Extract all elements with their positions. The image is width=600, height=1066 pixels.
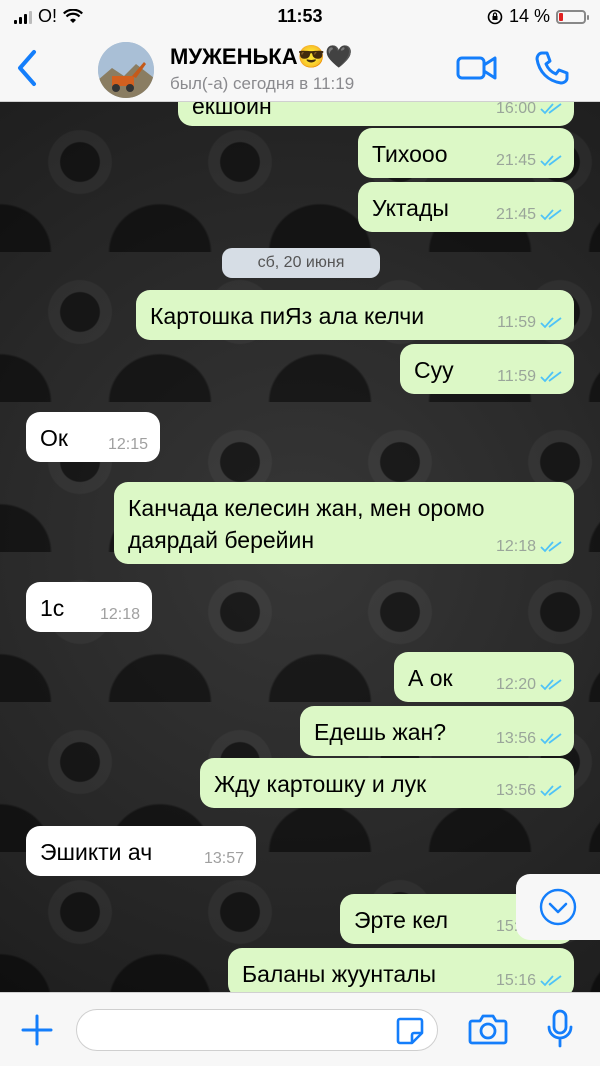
message-bubble[interactable]: Суу 11:59: [400, 344, 574, 394]
message-meta: 15:16: [496, 972, 562, 990]
contact-last-seen: был(-а) сегодня в 11:19: [170, 74, 355, 93]
date-separator: сб, 20 июня: [222, 248, 380, 278]
message-bubble[interactable]: екшоин 16:00: [178, 102, 574, 126]
message-meta: 12:18: [100, 606, 140, 624]
read-ticks-icon: [540, 733, 562, 745]
message-meta: 11:59: [497, 368, 562, 386]
camera-icon[interactable]: [468, 1011, 508, 1047]
message-bubble[interactable]: А ок 12:20: [394, 652, 574, 702]
message-time: 13:57: [203, 850, 244, 867]
contact-name[interactable]: МУЖЕНЬКА😎🖤: [170, 44, 352, 70]
message-time: 21:45: [495, 206, 536, 223]
read-ticks-icon: [540, 209, 562, 221]
message-time: 21:45: [495, 152, 536, 169]
message-time: 11:59: [497, 368, 536, 385]
message-time: 12:15: [107, 436, 148, 453]
read-ticks-icon: [540, 975, 562, 987]
microphone-icon[interactable]: [546, 1009, 574, 1049]
message-bubble[interactable]: Ок 12:15: [26, 412, 160, 462]
message-time: 12:18: [99, 606, 140, 623]
message-bubble[interactable]: Баланы жуунталы 15:16: [228, 948, 574, 992]
message-meta: 21:45: [496, 152, 562, 170]
message-time: 12:18: [495, 538, 536, 555]
message-meta: 13:56: [496, 782, 562, 800]
chat-messages[interactable]: екшоин 16:00 Тихооо 21:45 Уктады 21:45 с…: [0, 102, 600, 992]
orientation-lock-icon: [487, 9, 503, 24]
battery-icon: [556, 9, 589, 24]
contact-avatar[interactable]: [98, 42, 154, 98]
scroll-to-bottom-button[interactable]: [516, 874, 600, 940]
back-chevron-icon[interactable]: [12, 48, 42, 88]
message-time: 11:59: [497, 314, 536, 331]
message-input[interactable]: [76, 1009, 438, 1051]
read-ticks-icon: [540, 541, 562, 553]
message-time: 15:16: [495, 972, 536, 989]
read-ticks-icon: [540, 155, 562, 167]
message-meta: 16:00: [496, 102, 562, 118]
message-time: 12:20: [495, 676, 536, 693]
message-bubble[interactable]: Тихооо 21:45: [358, 128, 574, 178]
battery-percent: 14 %: [508, 6, 550, 26]
message-bubble[interactable]: Картошка пиЯз ала келчи 11:59: [136, 290, 574, 340]
message-meta: 11:59: [497, 314, 562, 332]
phone-call-icon[interactable]: [534, 50, 570, 86]
sticker-icon[interactable]: [394, 1015, 426, 1047]
plus-icon[interactable]: [20, 1013, 54, 1047]
read-ticks-icon: [540, 785, 562, 797]
message-bubble[interactable]: 1с 12:18: [26, 582, 152, 632]
message-time: 16:00: [495, 102, 536, 117]
read-ticks-icon: [540, 103, 562, 115]
video-call-icon[interactable]: [456, 52, 498, 84]
read-ticks-icon: [540, 371, 562, 383]
status-right: 14 %: [487, 6, 589, 27]
message-bubble[interactable]: Уктады 21:45: [358, 182, 574, 232]
message-input-bar: [0, 992, 600, 1066]
message-meta: 13:57: [204, 850, 244, 868]
message-time: 13:56: [495, 730, 536, 747]
status-bar: O! 11:53 14 %: [0, 0, 600, 34]
message-bubble[interactable]: Канчада келесин жан, мен оромо даярдай б…: [114, 482, 574, 564]
message-meta: 13:56: [496, 730, 562, 748]
message-meta: 21:45: [496, 206, 562, 224]
read-ticks-icon: [540, 317, 562, 329]
message-bubble[interactable]: Жду картошку и лук 13:56: [200, 758, 574, 808]
message-meta: 12:18: [496, 538, 562, 556]
avatar-photo: [98, 42, 154, 98]
message-bubble[interactable]: Едешь жан? 13:56: [300, 706, 574, 756]
message-meta: 12:20: [496, 676, 562, 694]
chevron-down-circle-icon: [539, 888, 577, 926]
chat-header: МУЖЕНЬКА😎🖤 был(-а) сегодня в 11:19: [0, 34, 600, 102]
message-time: 13:56: [495, 782, 536, 799]
message-meta: 12:15: [108, 436, 148, 454]
read-ticks-icon: [540, 679, 562, 691]
message-bubble[interactable]: Эшикти ач 13:57: [26, 826, 256, 876]
